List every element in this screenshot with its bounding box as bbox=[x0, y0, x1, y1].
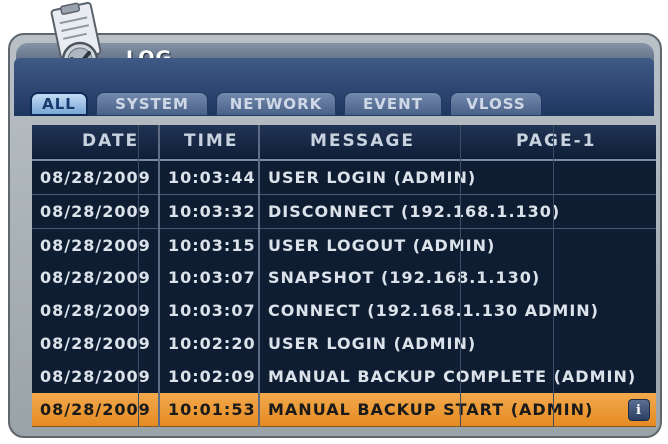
cell-time: 10:03:44 bbox=[168, 168, 256, 187]
table-header: DATE TIME MESSAGE PAGE-1 bbox=[32, 125, 656, 161]
cell-time: 10:03:15 bbox=[168, 236, 256, 255]
cell-date: 08/28/2009 bbox=[40, 202, 151, 221]
cell-time: 10:03:07 bbox=[168, 268, 256, 287]
cell-date: 08/28/2009 bbox=[40, 301, 151, 320]
cell-time: 10:01:53 bbox=[168, 400, 256, 419]
table-row[interactable]: 08/28/2009 10:02:09 MANUAL BACKUP COMPLE… bbox=[32, 360, 656, 394]
cell-date: 08/28/2009 bbox=[40, 236, 151, 255]
table-row[interactable]: 08/28/2009 10:03:07 SNAPSHOT (192.168.1.… bbox=[32, 261, 656, 295]
table-row[interactable]: 08/28/2009 10:02:20 USER LOGIN (ADMIN) bbox=[32, 327, 656, 361]
cell-date: 08/28/2009 bbox=[40, 400, 151, 419]
cell-date: 08/28/2009 bbox=[40, 268, 151, 287]
cell-message: USER LOGIN (ADMIN) bbox=[268, 168, 477, 187]
column-header-date[interactable]: DATE bbox=[82, 131, 139, 151]
table-row-selected[interactable]: 08/28/2009 10:01:53 MANUAL BACKUP START … bbox=[32, 393, 656, 427]
cell-message: USER LOGOUT (ADMIN) bbox=[268, 236, 496, 255]
grid-line bbox=[138, 125, 139, 427]
cell-time: 10:02:20 bbox=[168, 334, 256, 353]
info-icon[interactable]: i bbox=[628, 399, 650, 421]
tab-vloss[interactable]: VLOSS bbox=[450, 92, 542, 116]
table-row[interactable]: 08/28/2009 10:03:32 DISCONNECT (192.168.… bbox=[32, 195, 656, 229]
cell-time: 10:03:32 bbox=[168, 202, 256, 221]
cell-message: SNAPSHOT (192.168.1.130) bbox=[268, 268, 541, 287]
cell-time: 10:02:09 bbox=[168, 367, 256, 386]
cell-message: CONNECT (192.168.1.130 ADMIN) bbox=[268, 301, 599, 320]
cell-message: DISCONNECT (192.168.1.130) bbox=[268, 202, 561, 221]
page-indicator: PAGE-1 bbox=[516, 131, 597, 151]
grid-line bbox=[460, 125, 461, 427]
column-header-message[interactable]: MESSAGE bbox=[310, 131, 415, 151]
cell-message: MANUAL BACKUP START (ADMIN) bbox=[268, 400, 594, 419]
tab-event[interactable]: EVENT bbox=[344, 92, 442, 116]
cell-date: 08/28/2009 bbox=[40, 367, 151, 386]
cell-message: MANUAL BACKUP COMPLETE (ADMIN) bbox=[268, 367, 637, 386]
table-row[interactable]: 08/28/2009 10:03:44 USER LOGIN (ADMIN) bbox=[32, 161, 656, 195]
cell-message: USER LOGIN (ADMIN) bbox=[268, 334, 477, 353]
cell-date: 08/28/2009 bbox=[40, 168, 151, 187]
cell-time: 10:03:07 bbox=[168, 301, 256, 320]
column-divider bbox=[258, 125, 260, 427]
tab-all[interactable]: ALL bbox=[30, 92, 88, 116]
column-divider bbox=[158, 125, 160, 427]
column-header-time[interactable]: TIME bbox=[184, 131, 238, 151]
table-row[interactable]: 08/28/2009 10:03:07 CONNECT (192.168.1.1… bbox=[32, 294, 656, 328]
tab-network[interactable]: NETWORK bbox=[216, 92, 336, 116]
cell-date: 08/28/2009 bbox=[40, 334, 151, 353]
grid-line bbox=[553, 125, 554, 427]
table-row[interactable]: 08/28/2009 10:03:15 USER LOGOUT (ADMIN) bbox=[32, 229, 656, 263]
tab-system[interactable]: SYSTEM bbox=[96, 92, 208, 116]
